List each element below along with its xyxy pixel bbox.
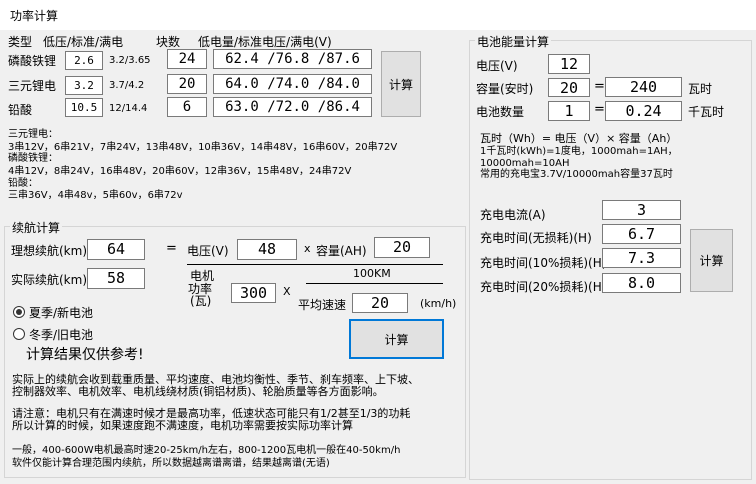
energy-count-input[interactable]: 1 xyxy=(548,101,590,121)
note-3-line-2: 软件仅能计算合理范围内续航，所以数据越离谱离谱，结果越离谱(无语) xyxy=(12,458,330,469)
energy-count-label: 电池数量 xyxy=(476,105,525,119)
energy-info-2: 1千瓦时(kWh)=1度电，1000mah=1AH， xyxy=(480,146,678,157)
lfp-unit-input[interactable]: 2.6 xyxy=(65,51,103,70)
nmc-range: 3.7/4.2 xyxy=(109,80,145,91)
times-sign-1: x xyxy=(304,242,311,255)
motor-label-3: (瓦) xyxy=(190,294,212,308)
ref-line-2: 3串12V，6串21V，7串24V，13串48V，10串36V，14串48V，1… xyxy=(8,142,398,153)
lfp-range: 3.2/3.65 xyxy=(109,55,151,66)
lfp-count-input[interactable]: 24 xyxy=(167,49,207,69)
energy-voltage-input[interactable]: 12 xyxy=(548,54,590,74)
energy-wh-unit: 瓦时 xyxy=(688,82,713,96)
winter-radio[interactable] xyxy=(13,328,25,340)
times-sign-2: X xyxy=(283,285,291,298)
charge-current-input[interactable]: 3 xyxy=(602,200,681,220)
actual-range-output[interactable]: 58 xyxy=(87,268,145,289)
ideal-range-output[interactable]: 64 xyxy=(87,239,145,260)
range-calc-button[interactable]: 计算 xyxy=(349,319,444,359)
km-label: 100KM xyxy=(353,267,391,280)
range-calc-title: 续航计算 xyxy=(10,219,63,236)
energy-kwh-unit: 千瓦时 xyxy=(688,105,725,119)
note-1-line-2: 控制器效率、电机效率、电机线绕材质(铜铝材质)、轮胎质量等各方面影响。 xyxy=(12,385,384,398)
voltage-calc-button[interactable]: 计算 xyxy=(381,51,421,117)
range-voltage-input[interactable]: 48 xyxy=(237,239,297,260)
ref-line-3: 磷酸铁锂： xyxy=(8,153,58,164)
lead-count-input[interactable]: 6 xyxy=(167,97,207,117)
fraction-line-speed xyxy=(306,283,443,284)
winter-label[interactable]: 冬季/旧电池 xyxy=(29,326,93,343)
energy-info-1: 瓦时（Wh）= 电压（V）× 容量（Ah） xyxy=(480,132,678,145)
summer-label[interactable]: 夏季/新电池 xyxy=(29,304,93,321)
ideal-range-label: 理想续航(km) xyxy=(11,244,88,258)
actual-range-label: 实际续航(km) xyxy=(11,273,88,287)
nmc-unit-input[interactable]: 3.2 xyxy=(65,76,103,95)
energy-calc-title: 电池能量计算 xyxy=(475,33,552,50)
charge-time-20-label: 充电时间(20%损耗)(H) xyxy=(480,280,607,294)
header-volt: 低压/标准/满电 xyxy=(43,35,124,49)
charge-time-nl-output[interactable]: 6.7 xyxy=(602,224,681,244)
energy-info-4: 常用的充电宝3.7V/10000mah容量37瓦时 xyxy=(480,169,673,180)
header-result: 低电量/标准电压/满电(V) xyxy=(198,35,332,49)
row-name-nmc: 三元锂电 xyxy=(8,79,57,93)
lfp-result-output[interactable]: 62.4 /76.8 /87.6 xyxy=(213,49,372,69)
row-name-lfp: 磷酸铁锂 xyxy=(8,54,57,68)
note-2-line-2: 所以计算的时候，如果速度跑不满速度，电机功率需要按实际功率计算 xyxy=(12,419,353,432)
charge-time-10-label: 充电时间(10%损耗)(H) xyxy=(480,256,607,270)
energy-eq-1: = xyxy=(594,79,605,94)
equals-sign: = xyxy=(166,241,177,256)
energy-wh-output[interactable]: 240 xyxy=(605,77,682,97)
charge-time-nl-label: 充电时间(无损耗)(H) xyxy=(480,231,592,245)
motor-power-input[interactable]: 300 xyxy=(231,283,276,303)
energy-capacity-input[interactable]: 20 xyxy=(548,78,590,97)
energy-eq-2: = xyxy=(594,102,605,117)
energy-kwh-output[interactable]: 0.24 xyxy=(605,101,682,121)
nmc-count-input[interactable]: 20 xyxy=(167,74,207,94)
motor-label-1: 电机 xyxy=(190,269,215,283)
header-count: 块数 xyxy=(156,35,181,49)
charge-current-label: 充电电流(A) xyxy=(480,208,546,222)
lead-result-output[interactable]: 63.0 /72.0 /86.4 xyxy=(213,97,372,117)
lead-range: 12/14.4 xyxy=(109,103,148,114)
energy-capacity-label: 容量(安时) xyxy=(476,82,534,96)
avg-speed-input[interactable]: 20 xyxy=(352,293,408,313)
ref-line-1: 三元锂电： xyxy=(8,129,58,140)
range-capacity-input[interactable]: 20 xyxy=(374,237,430,258)
speed-unit: (km/h) xyxy=(420,297,457,310)
charge-calc-button[interactable]: 计算 xyxy=(690,229,733,292)
lead-unit-input[interactable]: 10.5 xyxy=(65,98,103,117)
speed-label: 平均速速 xyxy=(298,298,347,312)
window-title: 功率计算 xyxy=(10,9,59,23)
energy-voltage-label: 电压(V) xyxy=(476,59,518,73)
charge-time-20-output[interactable]: 8.0 xyxy=(602,273,681,293)
row-name-lead: 铅酸 xyxy=(8,103,33,117)
title-bar xyxy=(0,0,756,30)
disclaimer-text: 计算结果仅供参考! xyxy=(26,347,144,363)
capacity-label: 容量(AH) xyxy=(316,244,367,258)
note-3-line-1: 一般，400-600W电机最高时速20-25km/h左右，800-1200瓦电机… xyxy=(12,445,401,456)
ref-line-6: 三串36V，4串48v，5串60v，6串72v xyxy=(8,190,183,201)
charge-time-10-output[interactable]: 7.3 xyxy=(602,248,681,268)
nmc-result-output[interactable]: 64.0 /74.0 /84.0 xyxy=(213,74,372,94)
summer-radio[interactable] xyxy=(13,306,25,318)
voltage-label: 电压(V) xyxy=(187,244,229,258)
ref-line-4: 4串12V，8串24V，16串48V，20串60V，12串36V，15串48V，… xyxy=(8,166,352,177)
header-type: 类型 xyxy=(8,35,33,49)
fraction-line-main xyxy=(187,264,443,265)
ref-line-5: 铅酸： xyxy=(8,178,38,189)
